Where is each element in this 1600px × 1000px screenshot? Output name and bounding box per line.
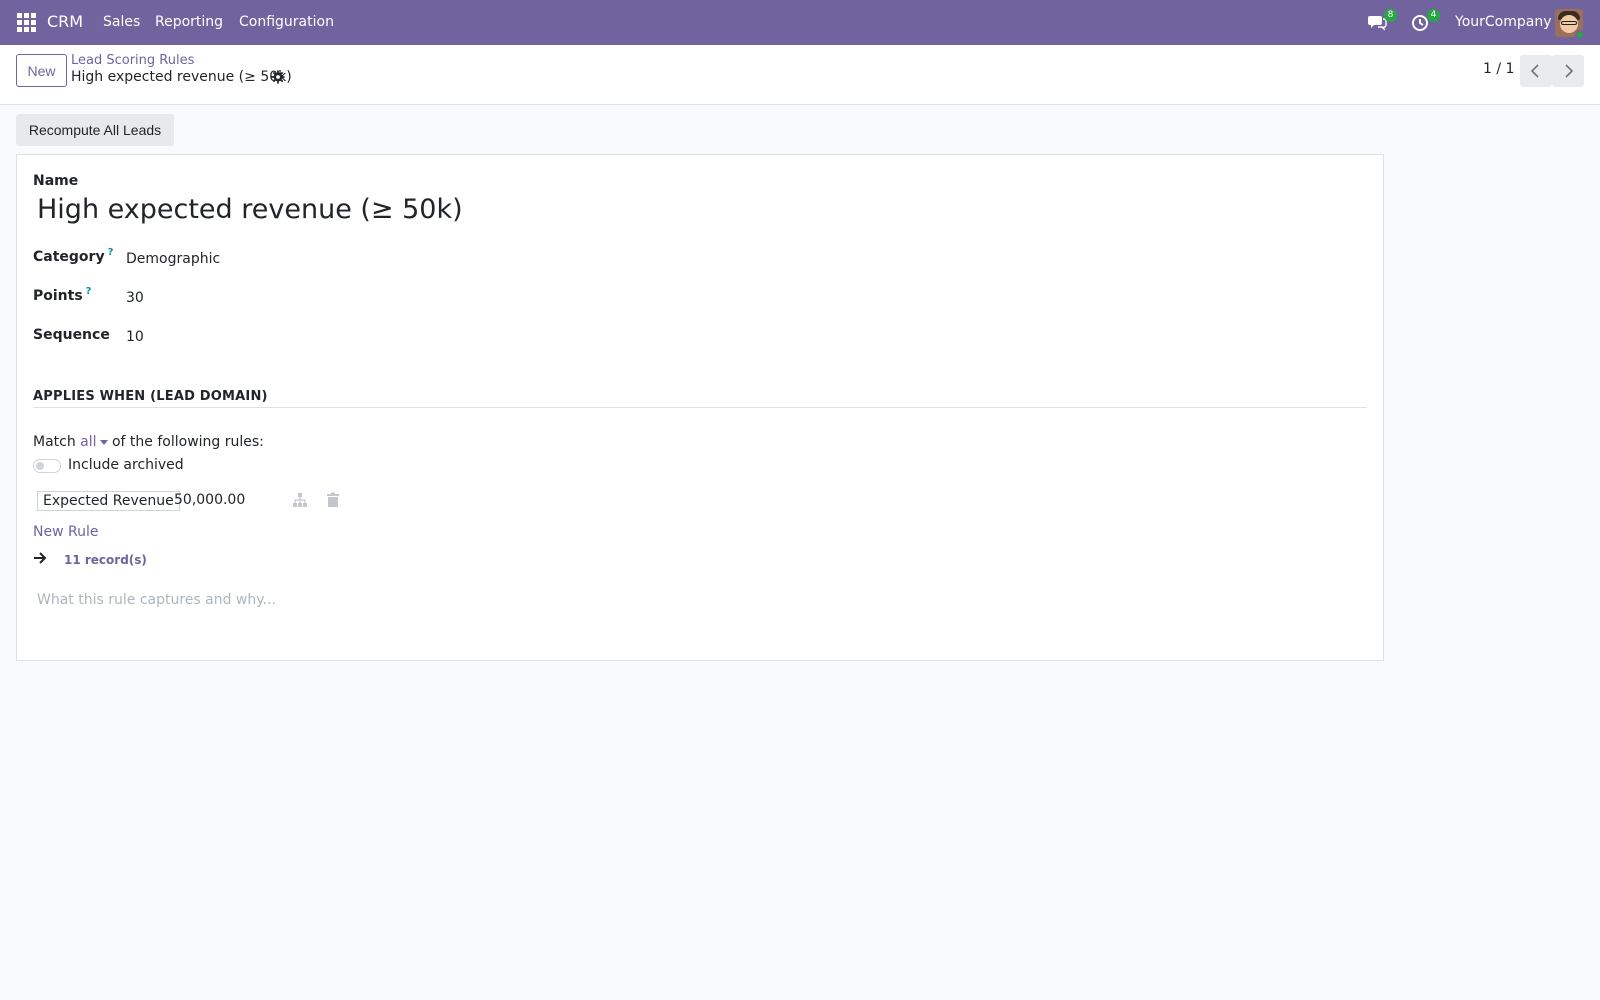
new-button[interactable]: New <box>16 54 67 87</box>
matching-records-link[interactable]: 11 record(s) <box>64 553 147 567</box>
recompute-all-leads-button[interactable]: Recompute All Leads <box>16 114 174 146</box>
category-field[interactable]: Demographic <box>126 251 220 267</box>
category-label: Category? <box>33 247 114 265</box>
messages-count-badge: 8 <box>1384 9 1397 22</box>
add-branch-icon[interactable] <box>291 491 309 509</box>
rule-operator[interactable]: . <box>165 492 169 508</box>
activities-button[interactable]: 4 <box>1410 9 1440 34</box>
match-suffix: of the following rules: <box>111 434 264 450</box>
pager-next-button[interactable] <box>1552 55 1584 87</box>
caret-down-icon <box>99 439 108 445</box>
sequence-label: Sequence <box>33 327 110 343</box>
match-selector[interactable]: all <box>80 434 108 450</box>
activities-count-badge: 4 <box>1427 9 1440 22</box>
match-prefix: Match <box>33 434 76 450</box>
name-label: Name <box>33 173 79 189</box>
sequence-field[interactable]: 10 <box>126 329 144 345</box>
include-archived-label: Include archived <box>68 457 184 473</box>
gear-icon[interactable] <box>271 70 285 84</box>
section-divider <box>33 407 1367 408</box>
section-title-applies-when: APPLIES WHEN (LEAD DOMAIN) <box>33 389 268 404</box>
menu-configuration[interactable]: Configuration <box>239 14 334 30</box>
top-navbar: CRM Sales Reporting Configuration 8 4 Yo… <box>0 0 1600 45</box>
match-line: Match all of the following rules: <box>33 434 264 450</box>
form-sheet: Name High expected revenue (≥ 50k) Categ… <box>16 154 1384 661</box>
breadcrumb-current: High expected revenue (≥ 50k) <box>71 69 292 85</box>
points-label: Points? <box>33 286 92 304</box>
name-input[interactable]: High expected revenue (≥ 50k) <box>37 194 463 225</box>
include-archived-toggle[interactable] <box>33 459 61 473</box>
category-label-text: Category <box>33 249 105 265</box>
points-field[interactable]: 30 <box>126 290 144 306</box>
menu-reporting[interactable]: Reporting <box>155 14 223 30</box>
online-status-dot <box>1575 30 1585 40</box>
points-label-text: Points <box>33 288 83 304</box>
breadcrumb-parent-link[interactable]: Lead Scoring Rules <box>71 53 194 68</box>
rule-field-selector[interactable]: Expected Revenue <box>37 491 180 511</box>
category-help-icon[interactable]: ? <box>108 247 114 258</box>
company-switcher[interactable]: YourCompany <box>1455 14 1552 30</box>
messages-button[interactable]: 8 <box>1367 9 1397 34</box>
chevron-right-icon <box>1565 64 1574 78</box>
menu-sales[interactable]: Sales <box>103 14 140 30</box>
arrow-right-icon <box>34 552 47 564</box>
app-name[interactable]: CRM <box>47 12 83 31</box>
new-rule-link[interactable]: New Rule <box>33 524 98 540</box>
match-selector-value: all <box>80 434 97 450</box>
app-menu-grid-icon[interactable] <box>17 13 36 32</box>
pager-value[interactable]: 1 / 1 <box>1483 61 1514 77</box>
chevron-left-icon <box>1530 64 1539 78</box>
points-help-icon[interactable]: ? <box>86 286 92 297</box>
description-textarea[interactable]: What this rule captures and why... <box>37 592 276 608</box>
trash-icon[interactable] <box>324 491 342 509</box>
pager-previous-button[interactable] <box>1520 55 1552 87</box>
control-panel: New Lead Scoring Rules High expected rev… <box>0 45 1600 105</box>
rule-value-input[interactable]: 50,000.00 <box>174 492 245 508</box>
